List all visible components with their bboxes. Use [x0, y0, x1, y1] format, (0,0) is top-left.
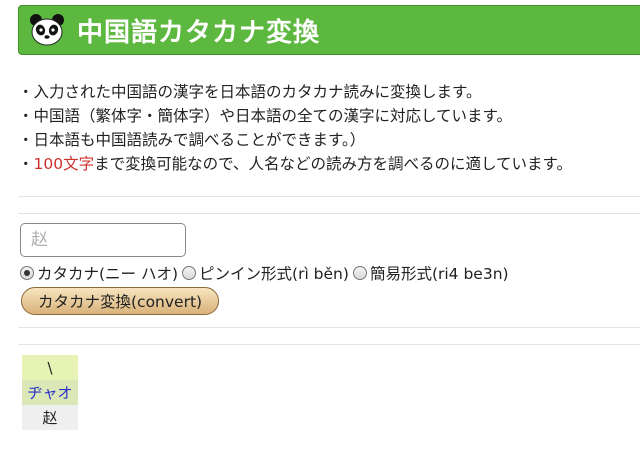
description-line: ・日本語も中国語読みで調べることができます。）: [18, 131, 366, 149]
hanzi-input[interactable]: [20, 223, 186, 257]
divider: [18, 344, 640, 345]
result-table: \ ヂャオ 赵: [22, 355, 78, 430]
radio-label: ピンイン形式(rì běn): [199, 265, 349, 283]
divider: [18, 196, 640, 197]
radio-label: 簡易形式(ri4 be3n): [369, 265, 509, 283]
description: ・入力された中国語の漢字を日本語のカタカナ読みに変換します。 ・中国語（繁体字・…: [18, 80, 633, 176]
page-title: 中国語カタカナ変換: [77, 17, 321, 48]
radio-button[interactable]: [20, 266, 34, 280]
divider: [18, 327, 640, 328]
char-limit-highlight: 100文字: [33, 155, 95, 173]
convert-button[interactable]: カタカナ変換(convert): [21, 287, 220, 315]
divider: [18, 213, 640, 214]
radio-button[interactable]: [182, 266, 197, 280]
radio-button[interactable]: [352, 266, 367, 280]
site-header: 中国語カタカナ変換: [18, 5, 640, 55]
hanzi-char: 赵: [22, 405, 78, 430]
radio-pinyin[interactable]: ピンイン形式(rì běn): [182, 262, 349, 284]
katakana-reading: ヂャオ: [22, 380, 78, 405]
radio-katakana[interactable]: カタカナ(ニー ハオ): [20, 262, 178, 284]
panda-icon: [30, 14, 64, 46]
radio-label: カタカナ(ニー ハオ): [37, 265, 179, 283]
tone-mark: \: [22, 355, 78, 380]
radio-simple[interactable]: 簡易形式(ri4 be3n): [352, 262, 509, 284]
bullet: ・: [18, 155, 34, 173]
description-line: ・中国語（繁体字・簡体字）や日本語の全ての漢字に対応しています。: [18, 107, 512, 125]
description-text: まで変換可能なので、人名などの読み方を調べるのに適しています。: [94, 155, 572, 173]
description-line: ・100文字まで変換可能なので、人名などの読み方を調べるのに適しています。: [18, 152, 633, 176]
description-line: ・入力された中国語の漢字を日本語のカタカナ読みに変換します。: [18, 83, 482, 101]
format-radio-group: カタカナ(ニー ハオ) ピンイン形式(rì běn) 簡易形式(ri4 be3n…: [20, 262, 513, 284]
page: 中国語カタカナ変換 ・入力された中国語の漢字を日本語のカタカナ読みに変換します。…: [0, 0, 640, 465]
